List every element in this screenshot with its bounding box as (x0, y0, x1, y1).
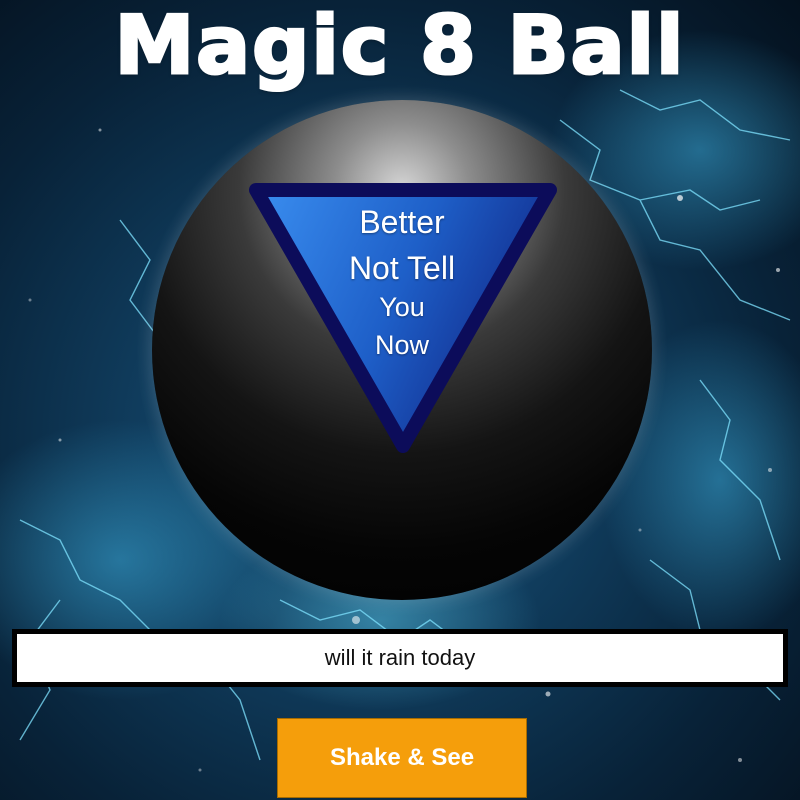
question-input[interactable] (17, 634, 783, 682)
shake-button[interactable]: Shake & See (277, 718, 527, 798)
answer-line-4: Now (374, 330, 429, 360)
answer-line-1: Better (359, 204, 445, 240)
question-field-frame (12, 629, 788, 687)
answer-line-2: Not Tell (348, 250, 456, 286)
answer-line-3: You (379, 292, 425, 322)
